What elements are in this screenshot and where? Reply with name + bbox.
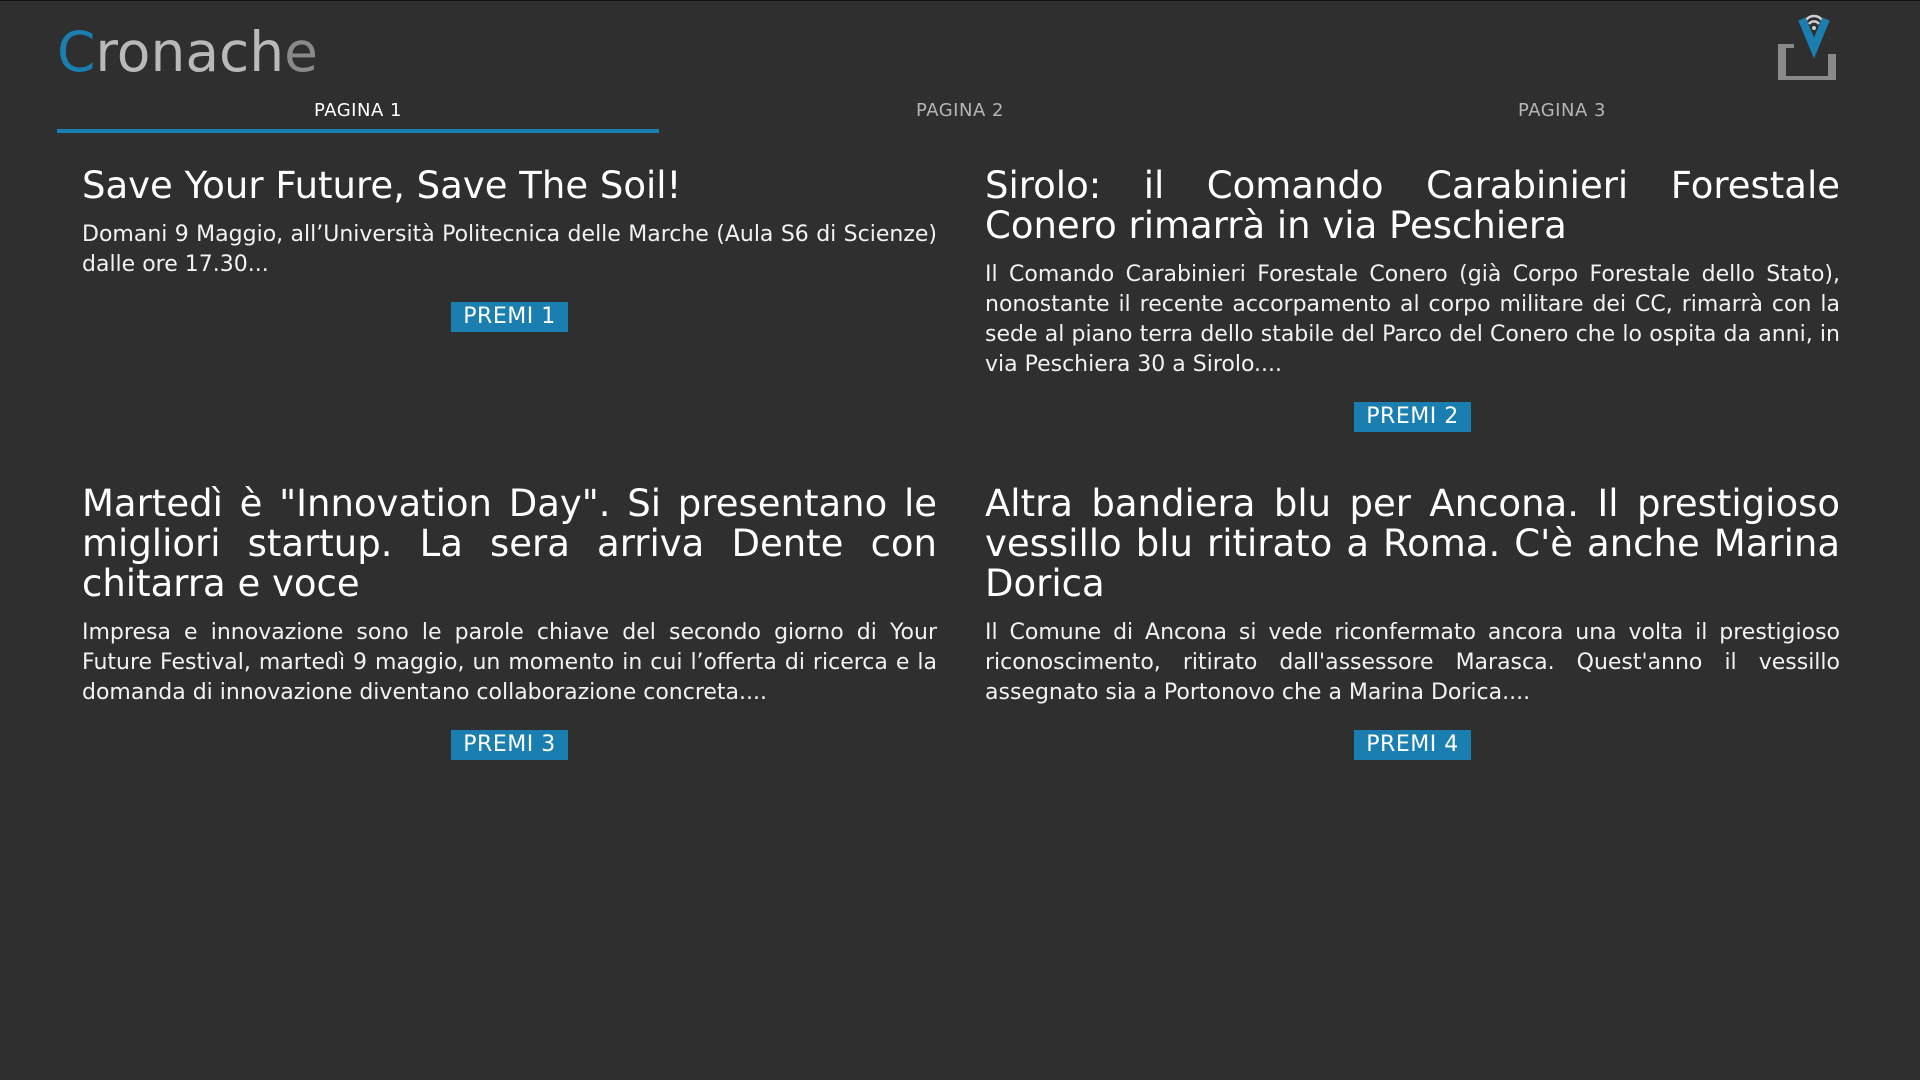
article-title: Altra bandiera blu per Ancona. Il presti… — [985, 482, 1840, 605]
tv-antenna-icon — [1776, 14, 1840, 84]
article-card: Save Your Future, Save The Soil! Domani … — [82, 166, 937, 332]
article-summary: Il Comando Carabinieri Forestale Conero … — [985, 262, 1840, 377]
logo-middle: ronach — [95, 20, 285, 84]
article-card: Altra bandiera blu per Ancona. Il presti… — [985, 484, 1840, 760]
premi-2-button[interactable]: PREMI 2 — [1354, 402, 1471, 432]
tab-pagina-3[interactable]: PAGINA 3 — [1261, 93, 1863, 133]
logo-initial: C — [57, 20, 96, 84]
logo-final: e — [284, 20, 318, 84]
article-title: Sirolo: il Comando Carabinieri Forestale… — [985, 164, 1840, 247]
tab-pagina-2[interactable]: PAGINA 2 — [659, 93, 1261, 133]
page-tabs: PAGINA 1 PAGINA 2 PAGINA 3 — [57, 93, 1863, 133]
article-summary: Il Comune di Ancona si vede riconfermato… — [985, 620, 1840, 705]
article-summary: Domani 9 Maggio, all’Università Politecn… — [82, 222, 937, 277]
article-title: Martedì è "Innovation Day". Si presentan… — [82, 482, 937, 605]
app-logo: Cronache — [57, 20, 318, 85]
premi-3-button[interactable]: PREMI 3 — [451, 730, 568, 760]
article-title: Save Your Future, Save The Soil! — [82, 164, 682, 207]
premi-4-button[interactable]: PREMI 4 — [1354, 730, 1471, 760]
premi-1-button[interactable]: PREMI 1 — [451, 302, 568, 332]
article-summary: Impresa e innovazione sono le parole chi… — [82, 620, 937, 705]
top-border — [0, 0, 1920, 1]
article-card: Martedì è "Innovation Day". Si presentan… — [82, 484, 937, 760]
article-card: Sirolo: il Comando Carabinieri Forestale… — [985, 166, 1840, 432]
tab-pagina-1[interactable]: PAGINA 1 — [57, 93, 659, 133]
